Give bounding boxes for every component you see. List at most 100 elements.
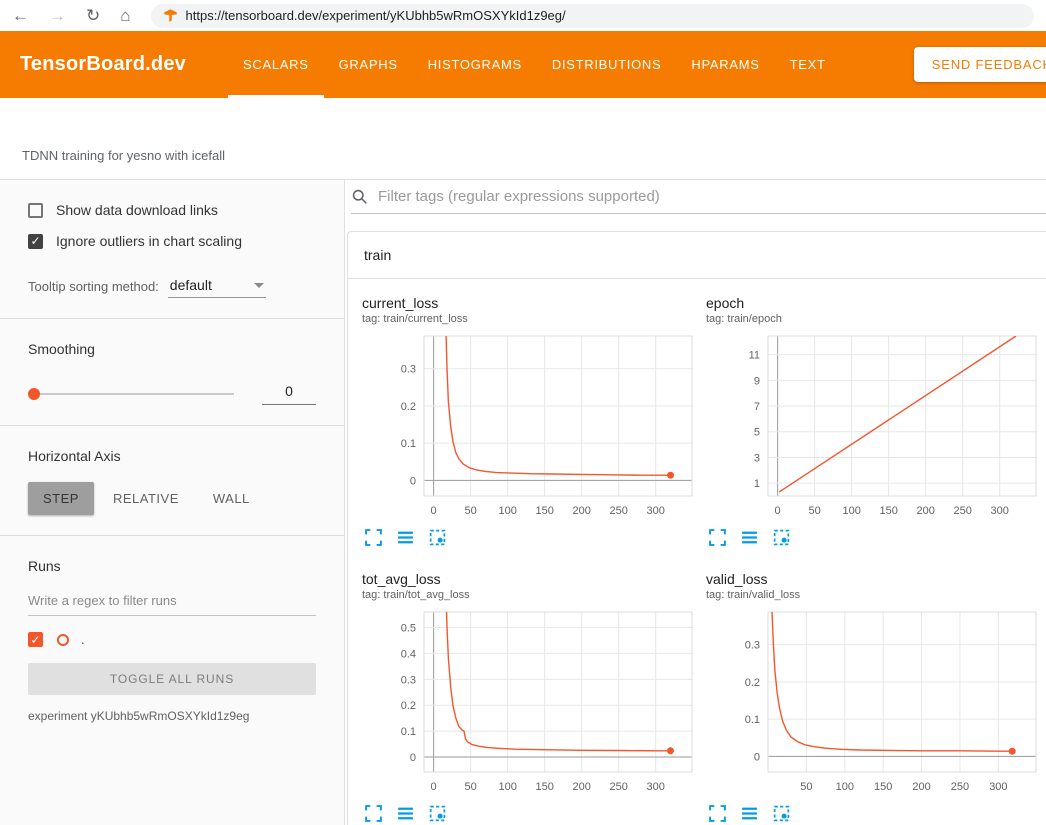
svg-text:50: 50 [809,505,821,517]
tab-hparams[interactable]: HPARAMS [676,31,774,98]
svg-text:0.1: 0.1 [401,438,416,450]
experiment-title: TDNN training for yesno with icefall [22,148,225,163]
address-bar[interactable]: https://tensorboard.dev/experiment/yKUbh… [151,4,1034,28]
line-chart[interactable]: 05010015020025030000.10.20.30.40.5 [362,608,698,798]
tooltip-sorting-select[interactable]: default [168,275,266,298]
send-feedback-button[interactable]: SEND FEEDBACK [914,47,1046,82]
tab-graphs[interactable]: GRAPHS [324,31,413,98]
svg-text:5: 5 [754,427,760,439]
refresh-icon[interactable]: ↻ [86,7,100,24]
tensorboard-favicon [163,8,178,23]
app-logo[interactable]: TensorBoard.dev [20,53,208,76]
forward-icon[interactable]: → [49,7,66,24]
show-download-links-row[interactable]: Show data download links [28,202,316,218]
svg-text:200: 200 [912,781,930,793]
expand-chart-icon[interactable] [708,528,727,547]
horizontal-axis-section: Horizontal Axis STEP RELATIVE WALL [0,426,344,535]
svg-text:150: 150 [535,505,553,517]
svg-text:0.1: 0.1 [745,714,760,726]
chart-tag: tag: train/current_loss [362,313,698,325]
tab-histograms[interactable]: HISTOGRAMS [413,31,537,98]
runs-filter-input[interactable] [28,593,316,613]
chart-toolbar [706,528,1042,547]
expand-chart-icon[interactable] [364,804,383,823]
chevron-down-icon [254,283,264,288]
line-chart[interactable]: 05010015020025030000.10.20.3 [362,332,698,522]
horizontal-axis-buttons: STEP RELATIVE WALL [28,482,316,515]
data-table-icon[interactable] [396,528,415,547]
toggle-all-runs-button[interactable]: TOGGLE ALL RUNS [28,663,316,695]
home-icon[interactable]: ⌂ [120,7,130,24]
expand-chart-icon[interactable] [708,804,727,823]
chart-title: epoch [706,295,1042,311]
svg-text:50: 50 [800,781,812,793]
svg-text:0.2: 0.2 [401,700,416,712]
axis-relative-button[interactable]: RELATIVE [98,482,194,515]
expand-chart-icon[interactable] [364,528,383,547]
ignore-outliers-row[interactable]: Ignore outliers in chart scaling [28,233,316,249]
tooltip-sorting-row: Tooltip sorting method: default [28,275,316,298]
tag-filter-input[interactable] [378,188,1046,205]
tab-distributions[interactable]: DISTRIBUTIONS [537,31,677,98]
smoothing-slider-row: 0 [28,383,316,405]
svg-text:0.1: 0.1 [401,726,416,738]
axis-wall-button[interactable]: WALL [198,482,265,515]
fit-domain-icon[interactable] [772,528,791,547]
charts-grid: current_loss tag: train/current_loss 050… [348,279,1046,823]
content: Show data download links Ignore outliers… [0,180,1046,825]
tooltip-sorting-label: Tooltip sorting method: [28,279,159,294]
tab-scalars[interactable]: SCALARS [228,31,324,98]
chart-title: valid_loss [706,571,1042,587]
fit-domain-icon[interactable] [428,528,447,547]
svg-text:0: 0 [431,781,437,793]
svg-text:200: 200 [573,781,591,793]
svg-text:150: 150 [874,781,892,793]
line-chart[interactable]: 0501001502002503001357911 [706,332,1042,522]
chart-toolbar [362,804,698,823]
svg-text:250: 250 [610,781,628,793]
svg-text:7: 7 [754,401,760,413]
runs-section: Runs . TOGGLE ALL RUNS experiment yKUbhb… [0,536,344,743]
main-nav: SCALARS GRAPHS HISTOGRAMS DISTRIBUTIONS … [228,31,841,98]
settings-sidebar: Show data download links Ignore outliers… [0,180,345,825]
svg-text:0: 0 [775,505,781,517]
smoothing-value[interactable]: 0 [262,383,316,405]
train-section-header[interactable]: train [348,232,1046,279]
ignore-outliers-label: Ignore outliers in chart scaling [56,233,242,249]
checkbox-checked-icon[interactable] [28,234,43,249]
chart-tag: tag: train/epoch [706,313,1042,325]
svg-text:0.3: 0.3 [745,640,760,652]
svg-text:3: 3 [754,452,760,464]
tab-text[interactable]: TEXT [775,31,841,98]
smoothing-slider[interactable] [28,393,234,395]
data-table-icon[interactable] [740,804,759,823]
run-checkbox-checked-icon[interactable] [28,632,43,647]
svg-text:50: 50 [465,505,477,517]
chart-tag: tag: train/tot_avg_loss [362,589,698,601]
run-color-circle-icon[interactable] [57,634,69,646]
svg-text:0.2: 0.2 [401,401,416,413]
page: ← → ↻ ⌂ https://tensorboard.dev/experime… [0,0,1046,825]
svg-text:0.3: 0.3 [401,674,416,686]
axis-step-button[interactable]: STEP [28,482,94,515]
fit-domain-icon[interactable] [428,804,447,823]
svg-text:0.4: 0.4 [401,648,416,660]
svg-text:100: 100 [836,781,854,793]
experiment-header: TDNN training for yesno with icefall [0,98,1046,180]
back-icon[interactable]: ← [12,7,29,24]
svg-text:300: 300 [989,781,1007,793]
chart-card-valid-loss: valid_loss tag: train/valid_loss 5010015… [706,571,1042,823]
data-table-icon[interactable] [396,804,415,823]
checkbox-unchecked-icon[interactable] [28,203,43,218]
smoothing-section: Smoothing 0 [0,319,344,425]
svg-text:0: 0 [410,475,416,487]
chart-title: tot_avg_loss [362,571,698,587]
svg-text:9: 9 [754,375,760,387]
svg-text:200: 200 [573,505,591,517]
horizontal-axis-label: Horizontal Axis [28,448,316,464]
data-table-icon[interactable] [740,528,759,547]
svg-text:0.5: 0.5 [401,623,416,635]
svg-text:300: 300 [991,505,1009,517]
fit-domain-icon[interactable] [772,804,791,823]
line-chart[interactable]: 5010015020025030000.10.20.3 [706,608,1042,798]
